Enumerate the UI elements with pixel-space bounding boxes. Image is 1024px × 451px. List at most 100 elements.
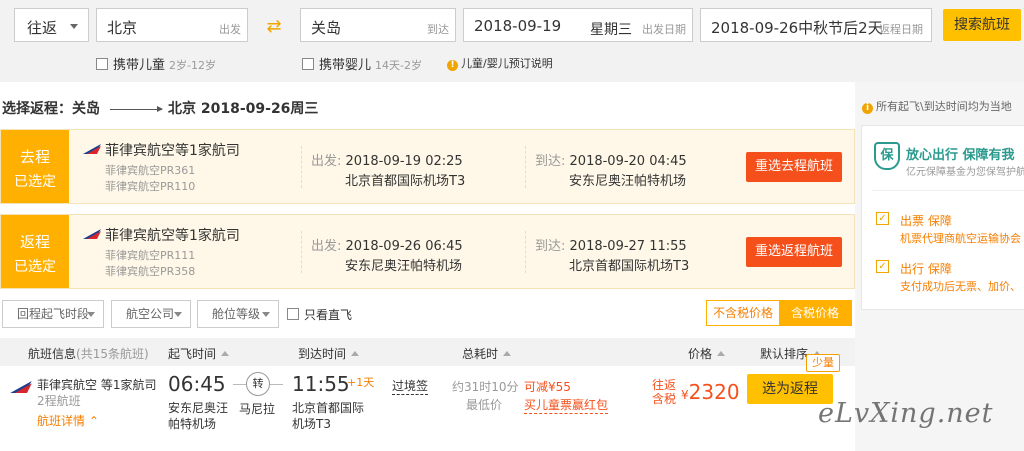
infant-age: 14天-2岁 [375,59,422,72]
transit-visa-link[interactable]: 过境签 [392,377,429,395]
from-city-hint: 出发 [219,23,241,36]
divider [301,146,302,188]
row-arr-airport: 北京首都国际机场T3 [292,401,365,431]
row-duration: 约31时10分 [452,380,519,394]
return-date-hint: 返程日期 [879,23,923,36]
dep-time-value: 2018-09-19 02:25 [345,154,463,169]
outbound-airline: 菲律宾航空等1家航司 [105,143,240,159]
infant-option[interactable]: 携带婴儿 14天-2岁 [302,54,422,73]
return-tag-status: 已选定 [14,259,56,275]
trip-type-select[interactable]: 往返 [14,8,89,42]
currency-symbol: ¥ [681,388,689,402]
local-time-note-text: 所有起飞\到达时间均为当地 [876,100,1012,113]
discount-label: 可减¥55 [524,380,571,394]
return-arrival-airport: 北京首都国际机场T3 [569,259,690,274]
outbound-arrival-airport: 安东尼奥汪帕特机场 [569,174,687,189]
search-flights-button[interactable]: 搜索航班 [943,9,1021,41]
dep-label: 出发: [311,239,342,254]
to-city-hint: 到达 [427,23,449,36]
direct-only-option[interactable]: 只看直飞 [287,306,352,323]
child-label: 携带儿童 [113,58,166,73]
arrow-right-icon [110,105,163,112]
header-dep-label: 起飞时间 [168,347,217,361]
reselect-outbound-button[interactable]: 重选去程航班 [746,152,842,182]
return-tag-title: 返程 [19,233,50,251]
chevron-down-icon [262,312,270,317]
swap-cities-icon[interactable]: ⇄ [262,16,286,38]
child-age: 2岁-12岁 [169,59,216,72]
filter-cabin-select[interactable]: 舱位等级 [197,300,279,328]
travel-guarantee-title: 出行 保障 [900,262,952,276]
info-icon: ! [447,60,458,71]
arr-time-value: 2018-09-27 11:55 [569,239,687,254]
header-arr-time-sort[interactable]: 到达时间 [298,345,360,362]
return-selected-card: 返程 已选定 菲律宾航空等1家航司 菲律宾航空PR111 菲律宾航空PR358 … [0,214,855,289]
child-infant-info-link[interactable]: ! 儿童/婴儿预订说明 [447,55,553,71]
flight-detail-link[interactable]: 航班详情 ⌃ [37,412,99,429]
arr-label: 到达: [535,239,566,254]
row-airline: 菲律宾航空 等1家航司 [37,378,157,392]
transfer-icon: 转 [246,372,270,396]
return-flight-2: 菲律宾航空PR358 [105,265,196,278]
arr-label: 到达: [535,154,566,169]
header-flight-info: 航班信息(共15条航班) [28,345,149,362]
child-red-packet-link[interactable]: 买儿童票赢红包 [524,396,609,414]
filter-airline-select[interactable]: 航空公司 [111,300,191,328]
header-arr-label: 到达时间 [298,347,347,361]
info-icon: i [862,103,873,114]
price-value: 2320 [688,380,740,404]
filter-time-label: 回程起飞时段 [17,307,90,321]
header-info-label: 航班信息 [28,347,77,361]
child-option[interactable]: 携带儿童 2岁-12岁 [96,54,216,73]
guarantee-subtitle: 亿元保障基金为您保驾护航 [906,167,1024,178]
checkbox-icon: ✓ [876,212,889,225]
incl-tax-price-tab[interactable]: 含税价格 [779,301,851,325]
lowest-price-label: 最低价 [466,398,503,412]
header-duration-sort[interactable]: 总耗时 [462,345,512,362]
outbound-selected-card: 去程 已选定 菲律宾航空等1家航司 菲律宾航空PR361 菲律宾航空PR110 … [0,129,855,204]
dep-time-value: 2018-09-26 06:45 [345,239,463,254]
divider [872,190,1024,191]
route-title-suffix: 北京 2018-09-26周三 [168,101,319,117]
return-date-input[interactable]: 2018-09-26中秋节后2天 返程日期 [700,8,932,42]
outbound-arrival-time: 到达: 2018-09-20 04:45 [535,150,687,169]
local-time-note: i 所有起飞\到达时间均为当地 [862,98,1012,114]
reselect-return-button[interactable]: 重选返程航班 [746,237,842,267]
from-city-input[interactable]: 北京 出发 [96,8,248,42]
route-title: 选择返程：关岛 北京 2018-09-26周三 [2,98,318,118]
filter-time-select[interactable]: 回程起飞时段 [2,300,104,328]
header-dep-time-sort[interactable]: 起飞时间 [168,345,230,362]
direct-only-checkbox[interactable] [287,308,299,320]
depart-date-value: 2018-09-19 [474,17,562,35]
detail-label: 航班详情 [37,414,86,428]
child-checkbox[interactable] [96,58,108,70]
header-price-sort[interactable]: 价格 [688,345,726,362]
guarantee-panel: 保 放心出行 保障有我 亿元保障基金为您保驾护航 ✓ 出票 保障 机票代理商航空… [861,125,1024,310]
header-price-label: 价格 [688,347,713,361]
row-arr-time: 11:55 [292,372,350,396]
sort-up-icon [221,351,230,356]
filter-bar: 回程起飞时段 航空公司 舱位等级 只看直飞 不含税价格 含税价格 [0,300,855,330]
from-city-value: 北京 [107,19,138,37]
route-title-prefix: 选择返程：关岛 [2,101,100,117]
filter-airline-label: 航空公司 [126,307,175,321]
outbound-flight-1: 菲律宾航空PR361 [105,164,196,177]
infant-checkbox[interactable] [302,58,314,70]
depart-date-input[interactable]: 2018-09-19 星期三 出发日期 [463,8,693,42]
infant-label: 携带婴儿 [319,58,372,73]
row-dep-time: 06:45 [168,372,226,396]
divider [301,231,302,273]
shield-icon: 保 [874,142,900,170]
chevron-down-icon [70,24,78,29]
guarantee-title: 放心出行 保障有我 [906,148,1015,163]
ticket-guarantee-title: 出票 保障 [900,214,952,228]
info-link-label: 儿童/婴儿预订说明 [461,57,553,70]
to-city-input[interactable]: 关岛 到达 [300,8,456,42]
ticket-guarantee-desc: 机票代理商航空运输协会 [900,232,1021,245]
excl-tax-price-tab[interactable]: 不含税价格 [707,301,779,325]
chevron-down-icon [174,312,182,317]
flight-count: (共15条航班) [76,347,149,361]
depart-weekday: 星期三 [590,22,632,38]
return-airline: 菲律宾航空等1家航司 [105,228,240,244]
divider [525,146,526,188]
